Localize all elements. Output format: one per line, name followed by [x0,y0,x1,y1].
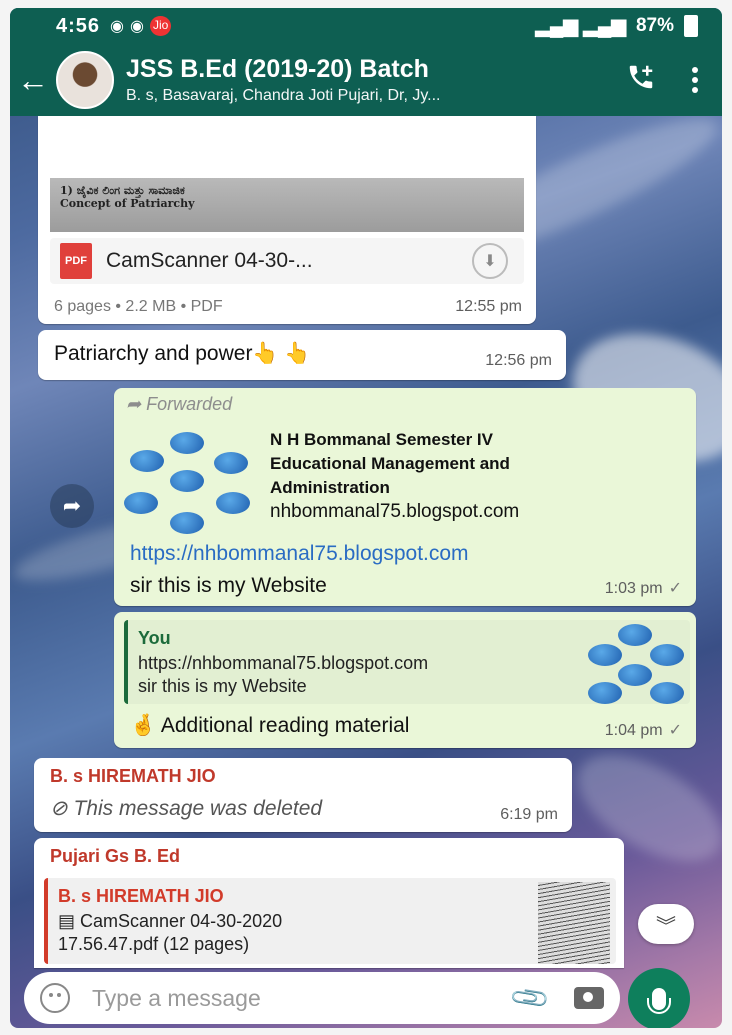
quoted-sender: B. s HIREMATH JIO [58,886,224,906]
quoted-doc-name: CamScanner 04-30-2020 [80,911,283,931]
message-time: 1:04 pm [604,722,663,739]
diagram-node [618,624,652,646]
document-thumbnail[interactable]: 1) ಜೈವಿಕ ಲಿಂಗ ಮತ್ತು ಸಾಮಾಜಿಕ Concept of P… [50,178,524,232]
deleted-label: This message was deleted [73,797,323,820]
quoted-document-message[interactable]: Pujari Gs B. Ed B. s HIREMATH JIO ▤ CamS… [34,838,624,968]
forward-arrow-icon: ➦ [126,394,147,414]
download-icon[interactable]: ⬇ [472,243,508,279]
thumbnail-line: 1) ಜೈವಿಕ ಲಿಂಗ ಮತ್ತು ಸಾಮಾಜಿಕ [60,184,185,197]
message-text: 🤞 Additional reading material [130,714,410,737]
emoji-icon[interactable] [40,983,70,1013]
voice-record-button[interactable] [628,968,690,1028]
notification-icon: ◉ [110,18,124,35]
preview-title-line: Educational Management and [270,454,510,473]
sent-tick-icon: ✓ [668,722,682,739]
pdf-icon: PDF [60,243,92,279]
diagram-node [588,644,622,666]
link-preview-image [120,426,254,536]
message-time: 6:19 pm [500,806,558,823]
message-text: Patriarchy and power👆 👆 [54,342,311,365]
thumbnail-line: Concept of Patriarchy [60,197,195,210]
back-arrow-icon[interactable]: ← [10,62,56,99]
quoted-message[interactable]: B. s HIREMATH JIO ▤ CamScanner 04-30-202… [44,878,616,964]
message-link[interactable]: https://nhbommanal75.blogspot.com [130,542,469,566]
forwarded-label: ➦ Forwarded [126,394,232,415]
document-info: 6 pages • 2.2 MB • PDF [54,298,223,315]
text-message[interactable]: Patriarchy and power👆 👆 12:56 pm [38,330,566,380]
camera-icon[interactable] [574,987,604,1009]
message-time: 1:03 pm [604,580,663,597]
battery-icon [684,15,698,37]
signal-icon: ▂▄▆ ▂▄▆ [535,15,626,37]
deleted-message[interactable]: B. s HIREMATH JIO ⊘ This message was del… [34,758,572,832]
diagram-node [216,492,250,514]
carrier-label: Jio [149,16,172,36]
quoted-line: 17.56.47.pdf (12 pages) [58,934,250,954]
status-icons: ◉ ◉ Jio [110,16,172,36]
forward-shortcut-icon[interactable]: ➦ [50,484,94,528]
diagram-node [170,512,204,534]
message-time: 12:56 pm [485,352,552,369]
double-chevron-down-icon: ︾ [656,915,676,938]
diagram-node [214,452,248,474]
quoted-thumbnail [538,882,610,964]
scroll-down-button[interactable]: ︾ [638,904,694,944]
status-time: 4:56 [56,14,101,37]
message-composer: 📎 [24,972,620,1024]
chat-title: JSS B.Ed (2019-20) Batch [126,55,429,83]
diagram-node [170,470,204,492]
message-meta: 1:03 pm ✓ [605,578,682,598]
quoted-thumbnail [588,624,684,704]
quoted-message[interactable]: You https://nhbommanal75.blogspot.com si… [124,620,690,704]
menu-dots-icon[interactable] [668,67,722,93]
diagram-node [588,682,622,704]
preview-title-line: N H Bommanal Semester IV [270,430,493,449]
message-text: sir this is my Website [130,574,327,597]
diagram-node [124,492,158,514]
document-row[interactable]: PDF CamScanner 04-30-... ⬇ [50,238,524,284]
add-call-icon[interactable] [614,62,668,99]
forwarded-link-message[interactable]: ➦ Forwarded N H Bommanal Semester IV Edu… [114,388,696,606]
quoted-line: ▤ CamScanner 04-30-2020 [58,911,616,932]
status-right: ▂▄▆ ▂▄▆ 87% [535,15,698,38]
link-preview[interactable]: N H Bommanal Semester IV Educational Man… [120,426,686,536]
diagram-node [650,682,684,704]
message-sender[interactable]: B. s HIREMATH JIO [50,766,216,787]
reply-message[interactable]: You https://nhbommanal75.blogspot.com si… [114,612,696,748]
message-meta: 1:04 pm ✓ [605,720,682,740]
group-avatar[interactable] [56,51,114,109]
forwarded-text: Forwarded [146,394,233,414]
message-input[interactable] [92,984,452,1012]
battery-label: 87% [635,15,674,36]
diagram-node [130,450,164,472]
diagram-node [618,664,652,686]
chat-participants: B. s, Basavaraj, Chandra Joti Pujari, Dr… [126,87,441,104]
attach-icon[interactable]: 📎 [507,976,552,1021]
document-icon: ▤ [58,911,81,931]
status-bar: 4:56 ◉ ◉ Jio ▂▄▆ ▂▄▆ 87% [10,8,722,44]
preview-domain: nhbommanal75.blogspot.com [270,501,520,522]
sent-tick-icon: ✓ [668,580,682,597]
chat-header-info[interactable]: JSS B.Ed (2019-20) Batch B. s, Basavaraj… [126,55,614,105]
microphone-icon [647,988,671,1014]
diagram-node [650,644,684,666]
link-preview-text: N H Bommanal Semester IV Educational Man… [270,426,519,536]
chat-header: ← JSS B.Ed (2019-20) Batch B. s, Basavar… [10,44,722,116]
document-name: CamScanner 04-30-... [106,249,313,272]
phone-screen: 4:56 ◉ ◉ Jio ▂▄▆ ▂▄▆ 87% ← JSS B.Ed (201… [10,8,722,1028]
message-time: 12:55 pm [455,298,522,315]
deleted-text: ⊘ This message was deleted [50,796,322,821]
preview-title-line: Administration [270,478,390,497]
blocked-icon: ⊘ [50,797,74,820]
document-message[interactable]: 1) ಜೈವಿಕ ಲಿಂಗ ಮತ್ತು ಸಾಮಾಜಿಕ Concept of P… [38,116,536,324]
notification-icon: ◉ [130,18,144,35]
add-call-icon-svg [629,65,653,88]
message-sender[interactable]: Pujari Gs B. Ed [50,846,180,867]
diagram-node [170,432,204,454]
